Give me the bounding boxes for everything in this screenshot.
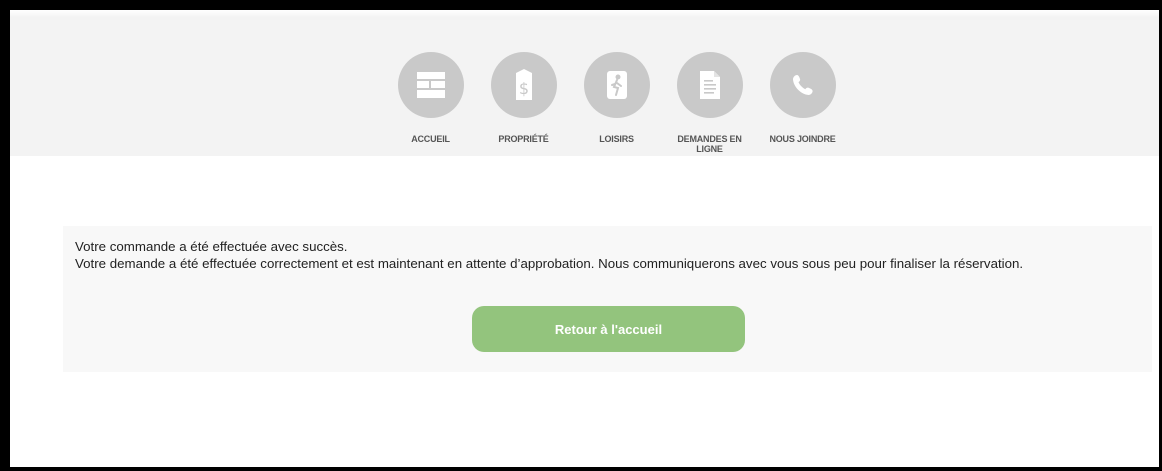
document-icon[interactable] — [676, 52, 743, 118]
nav-label-nous-joindre[interactable]: NOUS JOINDRE — [763, 134, 843, 144]
nav-label-loisirs[interactable]: LOISIRS — [577, 134, 657, 144]
header: ACCUEIL $ PROPRIÉTÉ LOISIRS DEMANDES EN … — [10, 18, 1159, 156]
nav-label-demandes[interactable]: DEMANDES EN LIGNE — [670, 134, 750, 154]
svg-text:$: $ — [518, 79, 528, 98]
confirmation-message: Votre commande a été effectuée avec succ… — [75, 238, 1135, 272]
leisure-icon[interactable] — [583, 52, 650, 118]
return-home-button[interactable]: Retour à l'accueil — [472, 306, 745, 352]
property-tax-icon[interactable]: $ — [490, 52, 557, 118]
success-text: Votre commande a été effectuée avec succ… — [75, 239, 348, 254]
nav-item-loisirs[interactable]: LOISIRS — [570, 52, 663, 154]
phone-icon[interactable] — [769, 52, 836, 118]
main-nav: ACCUEIL $ PROPRIÉTÉ LOISIRS DEMANDES EN … — [384, 52, 849, 154]
nav-item-accueil[interactable]: ACCUEIL — [384, 52, 477, 154]
layout-icon[interactable] — [397, 52, 464, 118]
nav-item-demandes[interactable]: DEMANDES EN LIGNE — [663, 52, 756, 154]
confirmation-panel: Votre commande a été effectuée avec succ… — [63, 226, 1152, 372]
nav-item-nous-joindre[interactable]: NOUS JOINDRE — [756, 52, 849, 154]
nav-label-accueil[interactable]: ACCUEIL — [391, 134, 471, 144]
page-frame: ACCUEIL $ PROPRIÉTÉ LOISIRS DEMANDES EN … — [10, 10, 1159, 467]
top-strip — [10, 10, 1159, 18]
nav-label-propriete[interactable]: PROPRIÉTÉ — [484, 134, 564, 144]
nav-item-propriete[interactable]: $ PROPRIÉTÉ — [477, 52, 570, 154]
approval-text: Votre demande a été effectuée correcteme… — [75, 256, 1024, 271]
